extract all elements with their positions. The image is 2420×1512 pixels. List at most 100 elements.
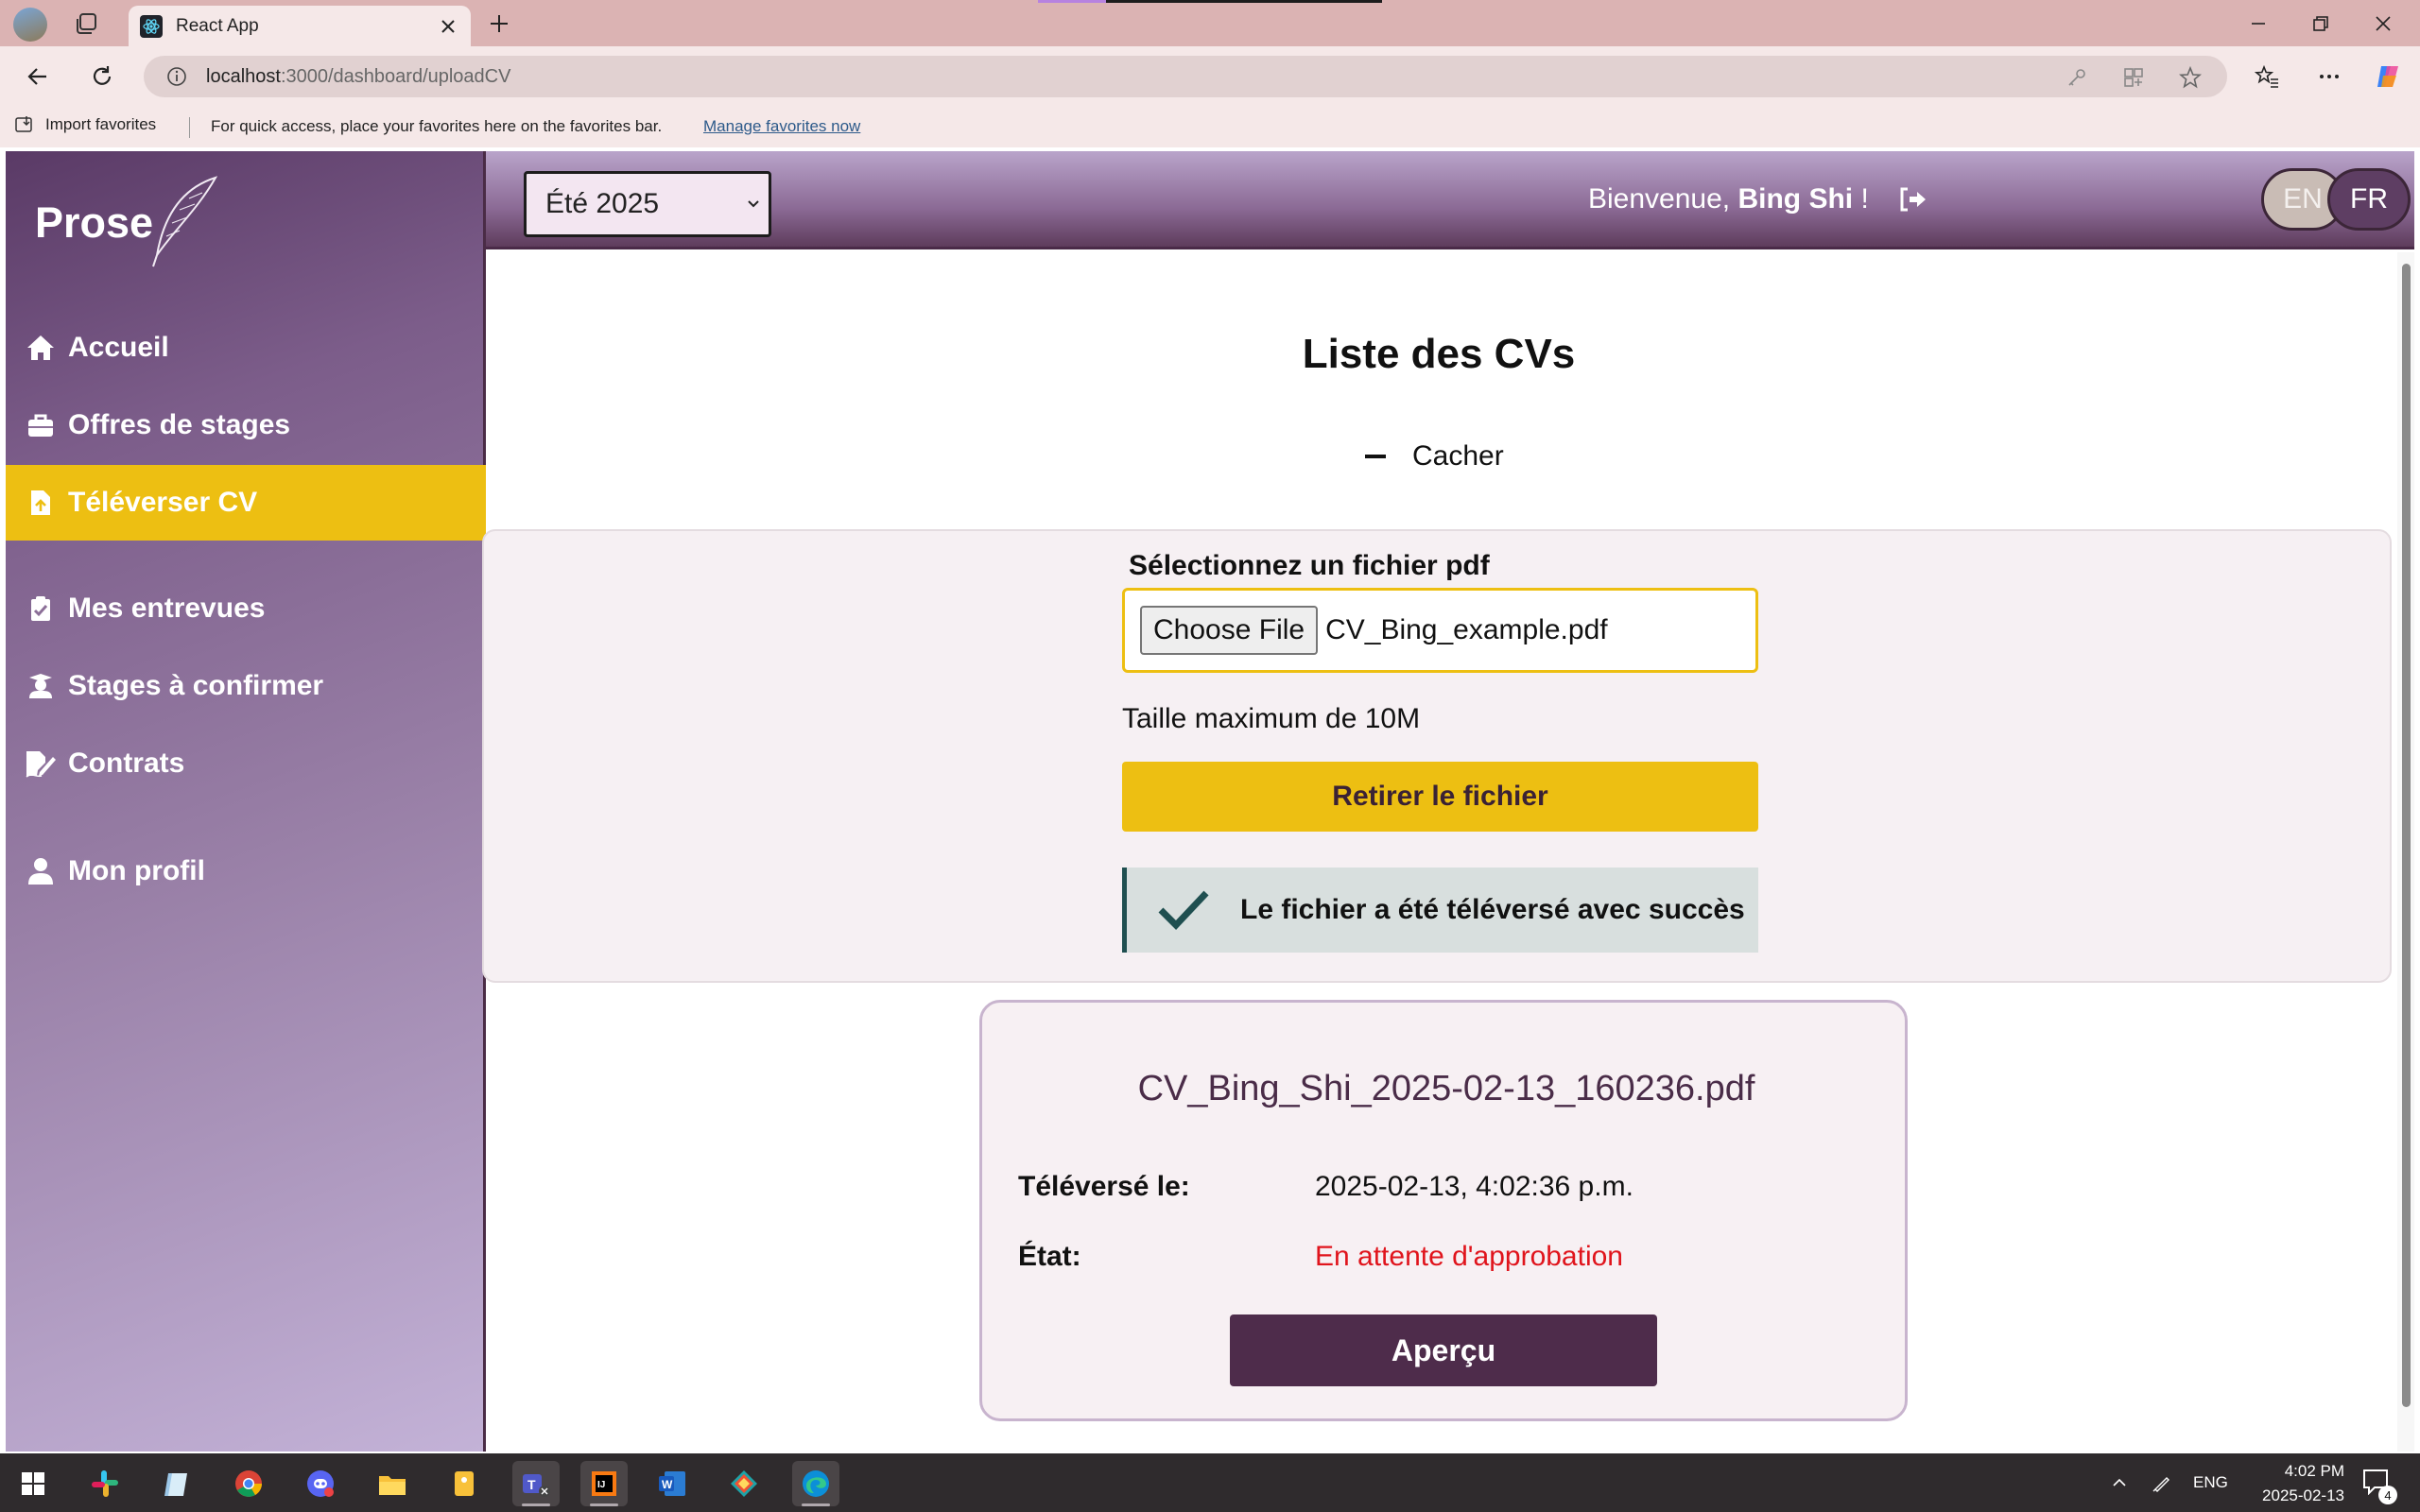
close-window-icon[interactable] <box>2354 0 2412 46</box>
discord-icon[interactable] <box>297 1461 344 1506</box>
sidebar-item-label: Accueil <box>68 332 169 363</box>
upload-label: Sélectionnez un fichier pdf <box>1129 550 1490 581</box>
notification-count: 4 <box>2378 1486 2397 1504</box>
file-explorer-icon[interactable] <box>369 1461 416 1506</box>
new-tab-icon[interactable] <box>482 8 516 40</box>
word-icon[interactable]: W <box>648 1461 696 1506</box>
browser-titlebar: React App <box>0 0 2420 46</box>
sidebar-item-televerser-cv[interactable]: Téléverser CV <box>6 465 486 541</box>
hide-toggle-button[interactable]: Cacher <box>1365 440 1504 472</box>
status-value: En attente d'approbation <box>1315 1241 1623 1272</box>
sidebar-item-stages-confirmer[interactable]: Stages à confirmer <box>6 648 486 724</box>
preview-button[interactable]: Aperçu <box>1230 1314 1657 1386</box>
sticky-notes-icon[interactable] <box>441 1461 488 1506</box>
windows-start-icon[interactable] <box>9 1461 57 1506</box>
app-logo: Prose <box>35 198 154 247</box>
sidebar-item-label: Offres de stages <box>68 409 291 440</box>
welcome-message: Bienvenue, Bing Shi ! <box>1588 183 1869 215</box>
sidebar-item-accueil[interactable]: Accueil <box>6 310 486 386</box>
favorites-divider <box>189 117 190 138</box>
manage-favorites-link[interactable]: Manage favorites now <box>703 117 860 136</box>
minus-icon <box>1365 455 1386 458</box>
clock-time: 4:02 PM <box>2284 1462 2344 1480</box>
copilot-icon[interactable] <box>2369 58 2407 95</box>
sidebar-item-label: Stages à confirmer <box>68 670 324 701</box>
cv-file-name: CV_Bing_Shi_2025-02-13_160236.pdf <box>1137 1069 1755 1108</box>
site-info-icon[interactable] <box>164 64 189 89</box>
favorites-hint: For quick access, place your favorites h… <box>211 117 663 135</box>
sidebar-item-offres[interactable]: Offres de stages <box>6 387 486 463</box>
briefcase-icon <box>25 409 57 441</box>
notepad-icon[interactable] <box>153 1461 200 1506</box>
page-title: Liste des CVs <box>1302 331 1576 377</box>
uploaded-date-label: Téléversé le: <box>1018 1171 1190 1202</box>
user-icon <box>25 855 57 887</box>
chrome-icon[interactable] <box>225 1461 272 1506</box>
sidebar-item-label: Mon profil <box>68 855 205 886</box>
url-text: localhost:3000/dashboard/uploadCV <box>206 65 511 87</box>
sidebar-item-contrats[interactable]: Contrats <box>6 726 486 801</box>
chevron-down-icon <box>746 197 761 212</box>
back-icon[interactable] <box>19 58 57 95</box>
restore-icon[interactable] <box>2291 0 2350 46</box>
session-select[interactable]: Été 2025 <box>524 171 771 237</box>
success-alert: Le fichier a été téléversé avec succès <box>1122 868 1758 953</box>
sidebar-item-label: Mes entrevues <box>68 593 266 624</box>
choose-file-button[interactable]: Choose File <box>1140 606 1319 655</box>
pen-icon[interactable] <box>2152 1453 2172 1512</box>
session-select-value: Été 2025 <box>545 188 660 219</box>
password-key-icon[interactable] <box>2065 65 2089 90</box>
system-clock[interactable]: 4:02 PM 2025-02-13 <box>2231 1459 2344 1508</box>
status-label: État: <box>1018 1241 1081 1272</box>
svg-text:W: W <box>662 1478 673 1491</box>
sidebar-item-entrevues[interactable]: Mes entrevues <box>6 571 486 646</box>
import-icon <box>15 116 32 132</box>
import-favorites-button[interactable]: Import favorites <box>15 115 156 134</box>
tab-title: React App <box>176 15 259 36</box>
titlebar-indicator <box>1038 0 1382 3</box>
favorites-bar: Import favorites For quick access, place… <box>0 106 2420 147</box>
scrollbar-thumb[interactable] <box>2402 264 2411 1407</box>
cv-card: CV_Bing_Shi_2025-02-13_160236.pdf Téléve… <box>979 1000 1908 1421</box>
address-toolbar: localhost:3000/dashboard/uploadCV <box>0 46 2420 106</box>
sidebar-item-profil[interactable]: Mon profil <box>6 833 486 909</box>
logout-icon[interactable] <box>1896 183 1928 215</box>
language-indicator[interactable]: ENG <box>2193 1453 2228 1512</box>
sidebar-item-label: Téléverser CV <box>68 487 258 518</box>
intellij-icon[interactable]: IJ <box>580 1461 628 1506</box>
tray-chevron-icon[interactable] <box>2110 1453 2129 1512</box>
file-input[interactable]: Choose File CV_Bing_example.pdf <box>1122 588 1758 673</box>
language-switcher: EN FR <box>2261 168 2412 231</box>
more-options-icon[interactable] <box>2310 58 2348 95</box>
browser-profile-avatar[interactable] <box>13 8 47 42</box>
selected-file-name: CV_Bing_example.pdf <box>1325 614 1608 645</box>
edge-icon[interactable] <box>792 1461 839 1506</box>
reload-icon[interactable] <box>83 58 121 95</box>
uploaded-date-value: 2025-02-13, 4:02:36 p.m. <box>1315 1171 1634 1202</box>
quill-icon <box>147 174 223 268</box>
user-name: Bing Shi <box>1737 183 1854 215</box>
favorite-star-icon[interactable] <box>2178 65 2203 90</box>
git-kraken-icon[interactable] <box>720 1461 768 1506</box>
lang-fr-button[interactable]: FR <box>2327 168 2411 231</box>
address-bar[interactable]: localhost:3000/dashboard/uploadCV <box>144 56 2227 97</box>
hide-toggle-label: Cacher <box>1412 440 1504 472</box>
app-available-icon[interactable] <box>2121 65 2146 90</box>
teams-icon[interactable]: T <box>512 1461 560 1506</box>
minimize-icon[interactable] <box>2229 0 2288 46</box>
tab-close-icon[interactable] <box>437 15 459 38</box>
react-favicon-icon <box>140 14 163 38</box>
windows-taskbar: T IJ W ENG 4:02 PM 2025-02-13 4 <box>0 1453 2420 1512</box>
vertical-scrollbar[interactable] <box>2397 252 2414 1452</box>
svg-text:IJ: IJ <box>597 1480 605 1490</box>
tab-actions-icon[interactable] <box>70 9 104 38</box>
success-message: Le fichier a été téléversé avec succès <box>1240 894 1745 925</box>
browser-tab-active[interactable]: React App <box>129 6 471 46</box>
file-upload-icon <box>25 487 57 519</box>
remove-file-button[interactable]: Retirer le fichier <box>1122 762 1758 832</box>
favorites-icon[interactable] <box>2248 58 2286 95</box>
sidebar: Prose Accueil Offres de stages Téléverse… <box>6 151 486 1452</box>
slack-icon[interactable] <box>81 1461 129 1506</box>
checkmark-icon <box>1157 889 1210 931</box>
import-favorites-label: Import favorites <box>45 115 157 133</box>
